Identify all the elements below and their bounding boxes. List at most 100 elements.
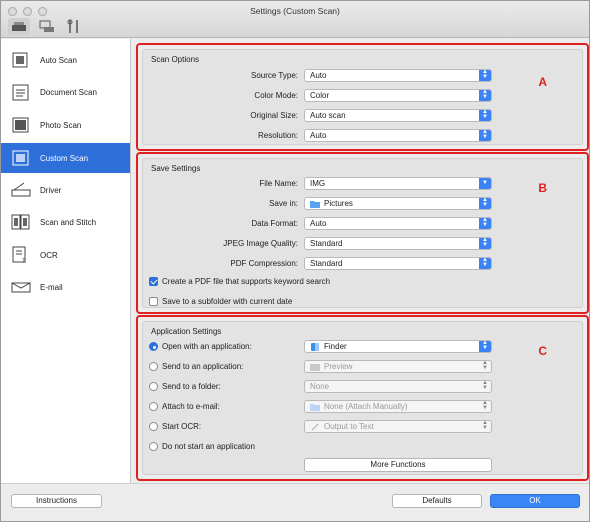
chevron-updown-icon: ▲ ▼ [479,129,491,141]
send-to-app-label: Send to an application: [162,362,244,371]
save-settings-panel: Save Settings File Name: IMG ▼ Save in: … [142,158,583,308]
no-app-radio[interactable]: Do not start an application [149,442,255,451]
send-to-folder-label: Send to a folder: [162,382,221,391]
pdf-compression-value: Standard [310,259,343,268]
chevron-updown-icon: ▲ ▼ [482,360,488,371]
save-in-select[interactable]: Pictures ▲ ▼ [304,197,492,210]
save-settings-title: Save Settings [151,164,201,173]
source-type-select[interactable]: Auto ▲ ▼ [304,69,492,82]
scan-stitch-icon [10,212,32,232]
chevron-updown-icon: ▲ ▼ [482,380,488,391]
sidebar-item-email[interactable]: E-mail [1,272,130,302]
start-ocr-select[interactable]: Output to Text ▲ ▼ [304,420,492,433]
app-settings-panel: Application Settings Open with an applic… [142,321,583,475]
send-to-folder-radio[interactable]: Send to a folder: [149,382,221,391]
folder-icon [310,200,320,208]
chevron-updown-icon: ▲ ▼ [479,340,491,352]
ok-button[interactable]: OK [490,494,580,508]
app-settings-title: Application Settings [151,327,222,336]
send-to-folder-select[interactable]: None ▲ ▼ [304,380,492,393]
sidebar-item-auto-scan[interactable]: Auto Scan [1,45,130,75]
open-with-app-value: Finder [324,342,347,351]
original-size-label: Original Size: [250,111,298,120]
more-functions-button[interactable]: More Functions [304,458,492,472]
chevron-updown-icon: ▲ ▼ [479,109,491,121]
sidebar-item-label: OCR [40,250,58,260]
source-type-value: Auto [310,71,327,80]
ocr-icon: T [10,245,32,265]
sidebar-item-custom-scan[interactable]: Custom Scan [1,143,130,173]
create-pdf-keyword-checkbox[interactable]: Create a PDF file that supports keyword … [149,277,330,286]
chevron-updown-icon: ▲ ▼ [479,89,491,101]
radio-unselected [149,362,158,371]
data-format-select[interactable]: Auto ▲ ▼ [304,217,492,230]
jpeg-quality-label: JPEG Image Quality: [223,239,298,248]
chevron-updown-icon: ▲ ▼ [482,400,488,411]
attach-email-select[interactable]: None (Attach Manually) ▲ ▼ [304,400,492,413]
save-subfolder-checkbox[interactable]: Save to a subfolder with current date [149,297,292,306]
sidebar-item-label: Photo Scan [40,120,82,130]
chevron-updown-icon: ▲ ▼ [479,69,491,81]
custom-scan-icon [10,148,32,168]
sidebar-item-label: E-mail [40,282,63,292]
data-format-value: Auto [310,219,327,228]
scan-options-title: Scan Options [151,55,200,64]
finder-icon [311,342,319,351]
footer-bar: Instructions Defaults OK [1,483,589,521]
send-to-app-select[interactable]: Preview ▲ ▼ [304,360,492,373]
document-scan-icon [10,82,32,102]
no-app-label: Do not start an application [162,442,255,451]
main-panel: Scan Options Source Type: Auto ▲ ▼ Color … [132,39,589,483]
resolution-select[interactable]: Auto ▲ ▼ [304,129,492,142]
computer-scan-icon [39,20,54,32]
tools-icon [67,19,78,33]
save-settings-highlight: Save Settings File Name: IMG ▼ Save in: … [136,152,589,314]
sidebar-item-label: Custom Scan [40,153,89,163]
original-size-select[interactable]: Auto scan ▲ ▼ [304,109,492,122]
preview-icon [310,363,320,371]
attach-email-label: Attach to e-mail: [162,402,220,411]
resolution-value: Auto [310,131,327,140]
start-ocr-radio[interactable]: Start OCR: [149,422,201,431]
sidebar-item-driver[interactable]: Driver [1,175,130,205]
attach-email-radio[interactable]: Attach to e-mail: [149,402,220,411]
jpeg-quality-select[interactable]: Standard ▲ ▼ [304,237,492,250]
sidebar-item-label: Scan and Stitch [40,217,97,227]
instructions-button[interactable]: Instructions [11,494,102,508]
open-with-app-select[interactable]: Finder ▲ ▼ [304,340,492,353]
chevron-updown-icon: ▲ ▼ [479,237,491,249]
color-mode-label: Color Mode: [254,91,298,100]
sidebar-item-document-scan[interactable]: Document Scan [1,77,130,107]
resolution-label: Resolution: [257,131,298,140]
auto-scan-icon [10,50,32,70]
file-name-combo[interactable]: IMG ▼ [304,177,492,190]
radio-unselected [149,422,158,431]
svg-text:T: T [22,259,26,265]
photo-scan-icon [10,115,32,135]
radio-unselected [149,382,158,391]
scan-settings-tab[interactable] [8,18,30,35]
callout-letter-a: A [538,75,547,89]
sidebar: Auto Scan Document Scan Photo Scan Custo… [1,39,131,483]
scan-options-panel: Scan Options Source Type: Auto ▲ ▼ Color … [142,49,583,145]
send-to-app-radio[interactable]: Send to an application: [149,362,243,371]
sidebar-item-ocr[interactable]: T OCR [1,240,130,270]
app-settings-highlight: Application Settings Open with an applic… [136,315,589,481]
defaults-button[interactable]: Defaults [392,494,482,508]
send-to-folder-value: None [310,382,330,391]
color-mode-select[interactable]: Color ▲ ▼ [304,89,492,102]
sidebar-item-scan-and-stitch[interactable]: Scan and Stitch [1,207,130,237]
data-format-label: Data Format: [251,219,298,228]
tools-settings-tab[interactable] [63,18,85,35]
save-in-label: Save in: [269,199,298,208]
jpeg-quality-value: Standard [310,239,343,248]
general-settings-tab[interactable] [36,18,58,35]
sidebar-item-photo-scan[interactable]: Photo Scan [1,110,130,140]
sidebar-item-label: Driver [40,185,62,195]
open-with-app-radio[interactable]: Open with an application: [149,342,252,351]
ocr-output-icon [311,423,319,430]
attach-email-value: None (Attach Manually) [324,402,408,411]
pdf-compression-select[interactable]: Standard ▲ ▼ [304,257,492,270]
send-to-app-value: Preview [324,362,353,371]
scanner-icon [12,22,26,31]
